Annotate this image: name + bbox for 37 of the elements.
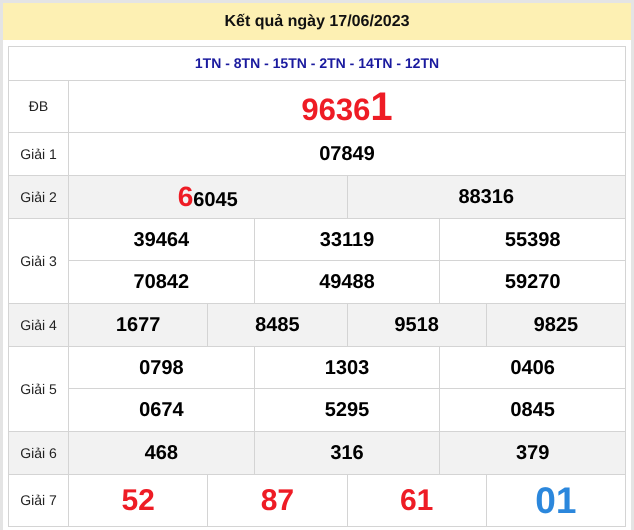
- prize-number: 59270: [504, 272, 560, 292]
- prize-number: 5295: [324, 400, 370, 420]
- prize-label: Giải 1: [20, 144, 57, 164]
- prize-number: 316: [330, 443, 364, 463]
- prize-number: 39464: [134, 230, 190, 250]
- draw-codes: 1TN - 8TN - 15TN - 2TN - 14TN - 12TN: [194, 54, 440, 73]
- prize-number: 88316: [458, 187, 514, 207]
- prize-number: 0845: [510, 400, 555, 420]
- prize-number: 87: [260, 486, 294, 516]
- prize-number: 468: [144, 443, 178, 463]
- prize-number: 1677: [116, 315, 160, 335]
- prize-number: 0674: [139, 400, 184, 420]
- prize-label: Giải 5: [20, 380, 57, 398]
- prize-number: 1303: [324, 358, 370, 378]
- prize-number: 9825: [534, 315, 578, 335]
- prize-number: 9518: [394, 315, 439, 335]
- prize-number: 01: [535, 482, 576, 519]
- prize-number: 55398: [504, 230, 560, 250]
- prize-label: Giải 4: [20, 316, 57, 334]
- prize-number: 49488: [319, 272, 375, 292]
- prize-number: 8485: [255, 315, 300, 335]
- prize-number: 52: [121, 486, 155, 516]
- prize-number: 379: [516, 443, 550, 463]
- prize-number: 96361: [301, 86, 393, 126]
- prize-label: Giải 6: [20, 444, 57, 462]
- prize-number: 0406: [510, 358, 555, 378]
- prize-number: 70842: [134, 272, 190, 292]
- result-date-title: Kết quả ngày 17/06/2023: [224, 12, 410, 32]
- prize-number: 33119: [320, 230, 374, 250]
- prize-label: Giải 3: [20, 252, 57, 270]
- prize-number: 0798: [139, 358, 184, 378]
- prize-number: 07849: [319, 144, 375, 164]
- prize-label: Giải 7: [20, 491, 57, 510]
- prize-label: ĐB: [28, 97, 48, 116]
- prize-number: 66045: [178, 183, 238, 211]
- prize-number: 61: [400, 486, 434, 516]
- prize-label: Giải 2: [20, 188, 57, 206]
